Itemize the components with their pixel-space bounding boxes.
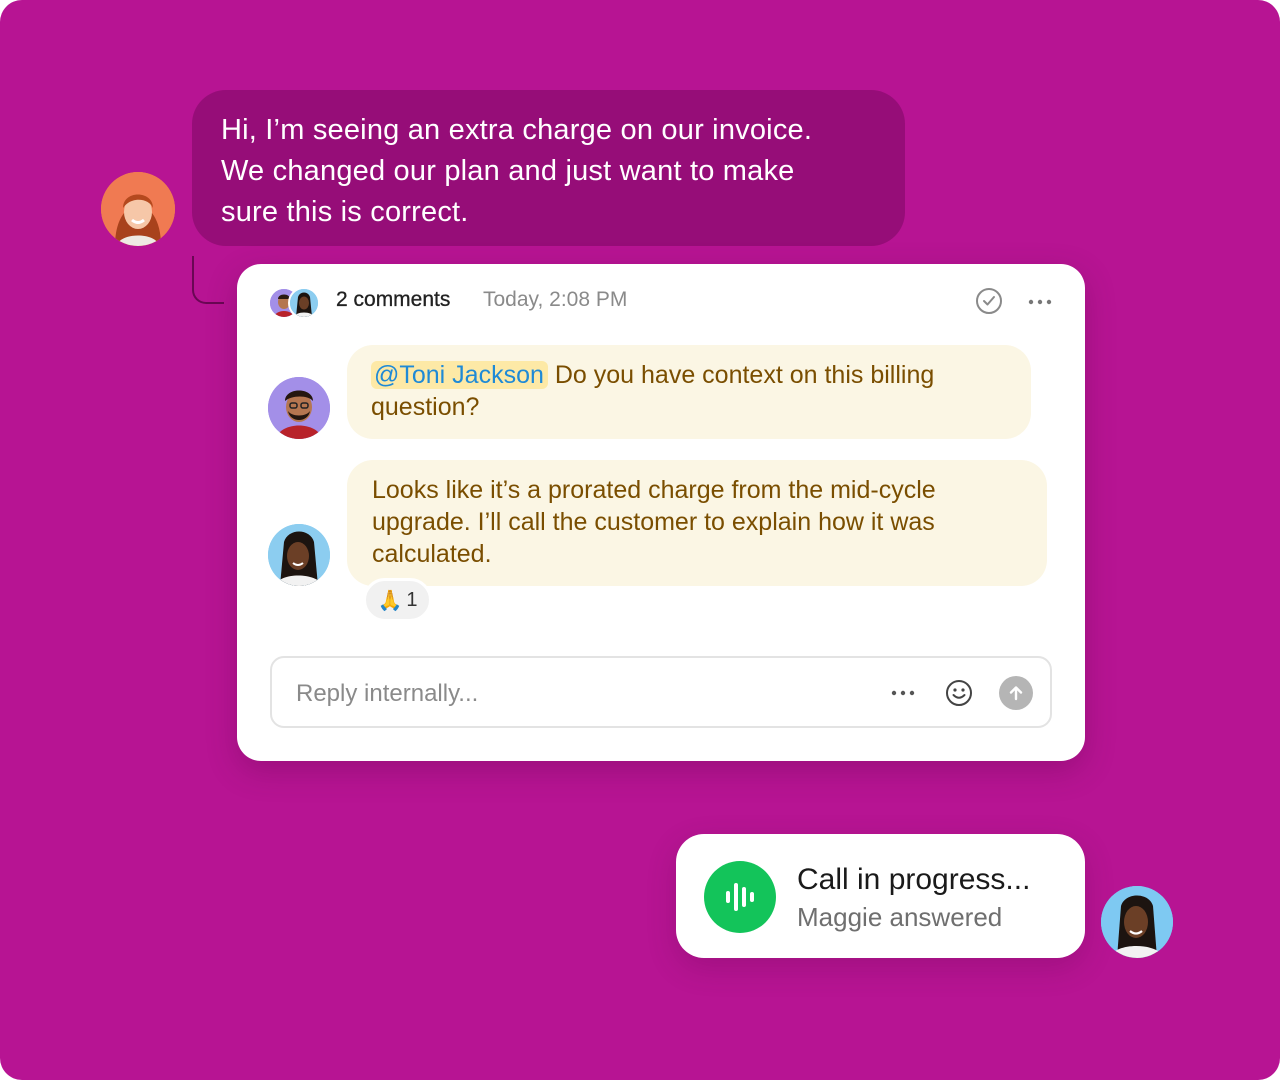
reply-box bbox=[270, 656, 1052, 728]
emoji-button[interactable] bbox=[945, 679, 973, 707]
comment-text: calculated. bbox=[372, 540, 492, 568]
comment-text: question? bbox=[371, 393, 480, 421]
ellipsis-icon bbox=[891, 690, 915, 696]
reaction-chip[interactable]: 🙏 1 bbox=[363, 578, 432, 622]
call-status-card[interactable]: Call in progress... Maggie answered bbox=[676, 834, 1085, 958]
audio-wave-icon bbox=[726, 883, 754, 911]
send-button[interactable] bbox=[999, 676, 1033, 710]
comment-text: Looks like it’s a prorated charge from t… bbox=[372, 476, 936, 504]
pray-emoji-icon: 🙏 bbox=[377, 589, 403, 612]
commenter-avatar bbox=[268, 524, 330, 586]
customer-message-line: Hi, I’m seeing an extra charge on our in… bbox=[221, 114, 813, 146]
participant-avatars bbox=[268, 287, 324, 319]
participant-avatar bbox=[288, 287, 320, 319]
comment-thread-card: 2 comments Today, 2:08 PM @Toni Jackson … bbox=[237, 264, 1085, 761]
mention-tag[interactable]: @Toni Jackson bbox=[371, 361, 548, 389]
commenter-avatar bbox=[268, 377, 330, 439]
ellipsis-icon bbox=[1028, 299, 1052, 305]
call-subtitle: Maggie answered bbox=[797, 902, 1003, 932]
reply-input[interactable] bbox=[294, 676, 858, 712]
canvas: Hi, I’m seeing an extra charge on our in… bbox=[0, 0, 1280, 1080]
arrow-up-icon bbox=[1009, 686, 1023, 701]
customer-avatar bbox=[101, 172, 175, 246]
comment-text: Do you have context on this billing bbox=[554, 361, 935, 389]
customer-message-line: We changed our plan and just want to mak… bbox=[221, 155, 795, 187]
customer-message-bubble: Hi, I’m seeing an extra charge on our in… bbox=[192, 90, 905, 246]
comment-bubble: Looks like it’s a prorated charge from t… bbox=[347, 460, 1047, 586]
smiley-icon bbox=[946, 680, 972, 706]
comment-bubble: @Toni Jackson Do you have context on thi… bbox=[347, 345, 1031, 439]
check-circle-icon bbox=[983, 296, 995, 306]
thread-connector bbox=[192, 256, 224, 304]
call-title: Call in progress... bbox=[797, 863, 1031, 896]
agent-avatar bbox=[1101, 886, 1173, 958]
resolve-button[interactable] bbox=[976, 288, 1002, 314]
thread-more-button[interactable] bbox=[1026, 288, 1054, 316]
reply-more-button[interactable] bbox=[886, 678, 920, 708]
comment-text: upgrade. I’ll call the customer to expla… bbox=[372, 508, 935, 536]
customer-message-line: sure this is correct. bbox=[221, 196, 469, 228]
thread-timestamp: Today, 2:08 PM bbox=[483, 288, 628, 311]
call-icon-badge bbox=[704, 861, 776, 933]
reaction-count: 1 bbox=[406, 588, 418, 611]
thread-header: 2 comments Today, 2:08 PM bbox=[237, 264, 1085, 338]
comment-count: 2 comments bbox=[336, 288, 451, 311]
